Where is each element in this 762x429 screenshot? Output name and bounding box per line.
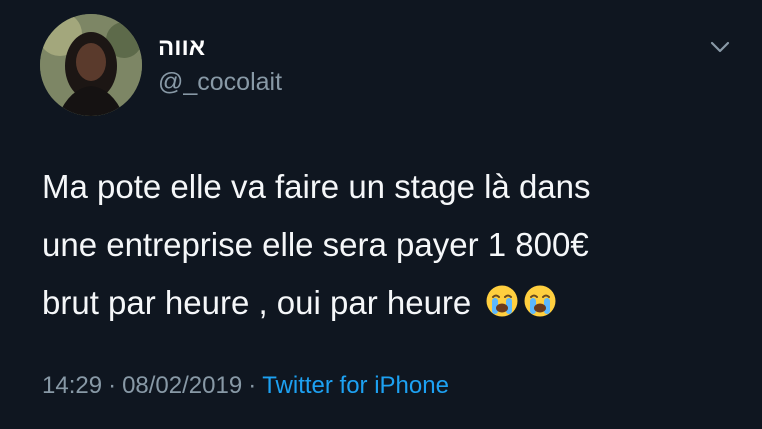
tweet-date[interactable]: 08/02/2019 [122, 372, 242, 399]
meta-separator: · [248, 372, 257, 399]
tweet-source-link[interactable]: Twitter for iPhone [262, 372, 449, 399]
chevron-down-icon[interactable] [708, 38, 732, 56]
meta-separator: · [108, 372, 117, 399]
crying-face-emoji [486, 285, 518, 317]
tweet-text-container: Ma pote elle va faire un stage là dans u… [42, 158, 742, 332]
tweet-card: אווה @_cocolait Ma pote elle va faire un… [0, 0, 762, 429]
tweet-time[interactable]: 14:29 [42, 372, 102, 399]
display-name[interactable]: אווה [158, 34, 205, 62]
crying-face-emoji [524, 285, 556, 317]
tweet-meta: 14:29 · 08/02/2019 · Twitter for iPhone [42, 372, 449, 400]
user-handle[interactable]: @_cocolait [158, 68, 282, 97]
avatar[interactable] [40, 14, 142, 116]
